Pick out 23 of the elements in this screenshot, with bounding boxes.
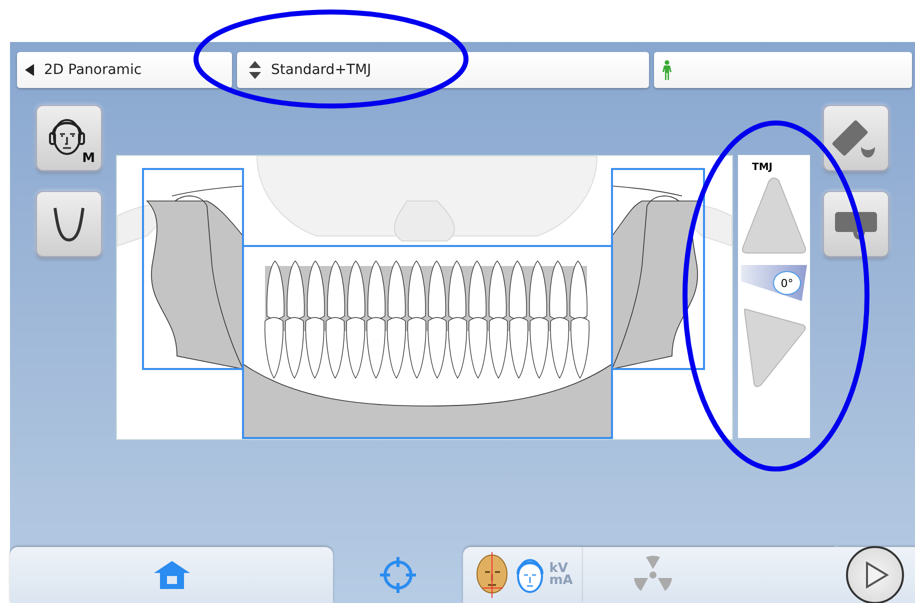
up-down-arrows-icon [249,61,261,79]
exposure-tab[interactable] [583,547,835,603]
home-icon [152,560,190,590]
chin-rest-button[interactable] [823,191,889,257]
home-tab[interactable] [10,547,333,603]
left-arrow-icon [25,64,34,76]
patient-field[interactable] [654,52,912,88]
unit-label: mA [549,575,573,587]
angle-value: 0° [773,271,801,295]
program-label: 2D Panoramic [44,62,142,78]
person-icon [662,60,672,80]
tmj-title: TMJ [752,162,772,173]
program-selector[interactable]: 2D Panoramic [17,52,232,88]
down-triangle-button[interactable] [741,307,807,389]
unit-label: kV [549,563,568,575]
head-position-button[interactable]: M [36,105,102,171]
jaw-arch-button[interactable] [36,191,102,257]
bite-block-button[interactable] [823,105,889,171]
variant-selector[interactable]: Standard+TMJ [237,52,649,88]
play-icon [864,561,890,589]
variant-label: Standard+TMJ [271,62,372,78]
mode-letter: M [82,151,95,166]
crosshair-icon [378,555,418,595]
